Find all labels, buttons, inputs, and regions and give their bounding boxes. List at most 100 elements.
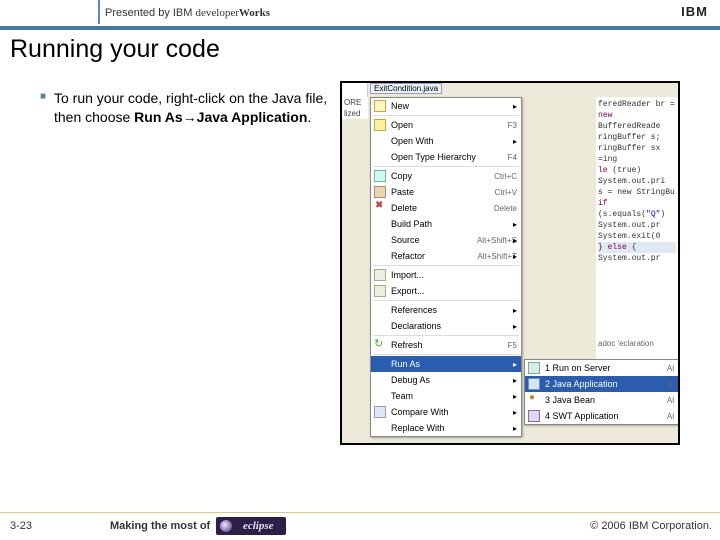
menu-shortcut: Alt+Shift+T	[477, 252, 517, 261]
code-line: ringBuffer s;	[598, 132, 676, 143]
code-line: System.exit(0	[598, 231, 676, 242]
menu-item-delete[interactable]: Delete Delete	[371, 200, 521, 216]
tree-item[interactable]: lized	[344, 108, 368, 119]
page-number: 3-23	[10, 520, 32, 532]
menu-item-run-as[interactable]: Run As ▸	[371, 356, 521, 372]
menu-separator	[373, 166, 519, 167]
run-as-submenu[interactable]: 1 Run on ServerAl2 Java ApplicationAl3 J…	[524, 359, 679, 425]
code-line: new BufferedReade	[598, 110, 676, 132]
menu-item-debug-as[interactable]: Debug As ▸	[371, 372, 521, 388]
menu-separator	[373, 300, 519, 301]
menu-item-refactor[interactable]: RefactorAlt+Shift+T▸	[371, 248, 521, 264]
menu-item-label: Debug As	[391, 375, 430, 385]
copyright: © 2006 IBM Corporation.	[590, 520, 712, 532]
menu-item-new[interactable]: New ▸	[371, 98, 521, 114]
submenu-item-label: 3 Java Bean	[545, 395, 595, 405]
menu-item-label: Team	[391, 391, 413, 401]
menu-separator	[373, 335, 519, 336]
menu-item-copy[interactable]: CopyCtrl+C	[371, 168, 521, 184]
submenu-arrow-icon: ▸	[513, 236, 517, 245]
submenu-item-java-bean[interactable]: 3 Java Bean Al	[525, 392, 678, 408]
paste-icon	[374, 186, 386, 198]
exp-icon	[374, 285, 386, 297]
ide-screenshot: ExitCondition.java ORE lized feredReader…	[340, 81, 680, 445]
open-icon	[374, 119, 386, 131]
menu-shortcut: Ctrl+C	[494, 172, 517, 181]
eclipse-logo: eclipse	[216, 517, 286, 535]
submenu-arrow-icon: ▸	[513, 252, 517, 261]
menu-shortcut: Delete	[494, 204, 517, 213]
submenu-item-label: 2 Java Application	[545, 379, 618, 389]
package-explorer-fragment: ORE lized	[342, 97, 368, 119]
menu-item-label: Refresh	[391, 340, 423, 350]
menu-shortcut: Ctrl+V	[495, 188, 517, 197]
menu-item-paste[interactable]: PasteCtrl+V	[371, 184, 521, 200]
submenu-item-run-on-server[interactable]: 1 Run on Server Al	[525, 360, 678, 376]
ss-left-strip	[342, 83, 368, 98]
menu-item-compare-with[interactable]: Compare With▸	[371, 404, 521, 420]
menu-item-declarations[interactable]: Declarations▸	[371, 318, 521, 334]
menu-item-label: References	[391, 305, 437, 315]
header-dw2: Works	[239, 7, 270, 19]
menu-separator	[373, 354, 519, 355]
bottom-view-tabs[interactable]: adoc 'eclaration	[598, 339, 654, 348]
menu-item-references[interactable]: References ▸	[371, 302, 521, 318]
menu-item-source[interactable]: SourceAlt+Shift+S▸	[371, 232, 521, 248]
menu-item-label: New	[391, 101, 409, 111]
menu-item-replace-with[interactable]: Replace With▸	[371, 420, 521, 436]
header-accent	[98, 0, 100, 24]
code-line: System.out.pr	[598, 220, 676, 231]
submenu-item-java-application[interactable]: 2 Java Application Al	[525, 376, 678, 392]
submenu-shortcut: Al	[667, 364, 674, 373]
bullet-list: To run your code, right-click on the Jav…	[10, 81, 340, 445]
submenu-item-swt-application[interactable]: 4 SWT ApplicationAl	[525, 408, 678, 424]
slide-title: Running your code	[0, 30, 720, 67]
submenu-arrow-icon: ▸	[513, 360, 517, 369]
slide-footer: 3-23 Making the most of eclipse © 2006 I…	[0, 500, 720, 540]
menu-item-import[interactable]: Import...	[371, 267, 521, 283]
submenu-arrow-icon: ▸	[513, 392, 517, 401]
del-icon	[374, 202, 386, 214]
code-line: } else {	[598, 242, 676, 253]
submenu-item-label: 1 Run on Server	[545, 363, 611, 373]
submenu-shortcut: Al	[667, 380, 674, 389]
code-line: if (s.equals("Q")	[598, 198, 676, 220]
submenu-arrow-icon: ▸	[513, 102, 517, 111]
submenu-arrow-icon: ▸	[513, 306, 517, 315]
menu-item-open-with[interactable]: Open With▸	[371, 133, 521, 149]
bean-icon	[528, 394, 540, 406]
submenu-arrow-icon: ▸	[513, 376, 517, 385]
header-text: Presented by IBM developerWorks	[105, 7, 270, 19]
header-prefix: Presented by IBM	[105, 7, 196, 19]
cmp-icon	[374, 406, 386, 418]
menu-item-label: Delete	[391, 203, 417, 213]
copy-icon	[374, 170, 386, 182]
menu-shortcut: F4	[508, 153, 517, 162]
slide-header: Presented by IBM developerWorks IBM	[0, 0, 720, 26]
menu-item-label: Compare With	[391, 407, 449, 417]
menu-item-build-path[interactable]: Build Path▸	[371, 216, 521, 232]
code-line: System.out.pri	[598, 176, 676, 187]
footer-rule	[0, 512, 720, 513]
japp-icon	[528, 378, 540, 390]
menu-item-export[interactable]: Export...	[371, 283, 521, 299]
tree-item[interactable]: ORE	[344, 97, 368, 108]
submenu-shortcut: Al	[667, 412, 674, 421]
menu-item-open-type-hierarchy[interactable]: Open Type HierarchyF4	[371, 149, 521, 165]
menu-shortcut: F3	[508, 121, 517, 130]
menu-item-label: Run As	[391, 359, 420, 369]
menu-item-label: Source	[391, 235, 420, 245]
menu-item-label: Declarations	[391, 321, 441, 331]
menu-item-refresh[interactable]: RefreshF5	[371, 337, 521, 353]
context-menu[interactable]: New ▸ OpenF3Open With▸Open Type HierarchyF…	[370, 97, 522, 437]
menu-separator	[373, 115, 519, 116]
submenu-arrow-icon: ▸	[513, 220, 517, 229]
editor-tab[interactable]: ExitCondition.java	[370, 83, 442, 94]
arrow-icon: →	[183, 109, 197, 125]
menu-item-team[interactable]: Team ▸	[371, 388, 521, 404]
bullet-b1: Run As	[134, 109, 182, 125]
swt-icon	[528, 410, 540, 422]
menu-item-open[interactable]: OpenF3	[371, 117, 521, 133]
submenu-shortcut: Al	[667, 396, 674, 405]
bullet-tail: .	[307, 109, 311, 125]
